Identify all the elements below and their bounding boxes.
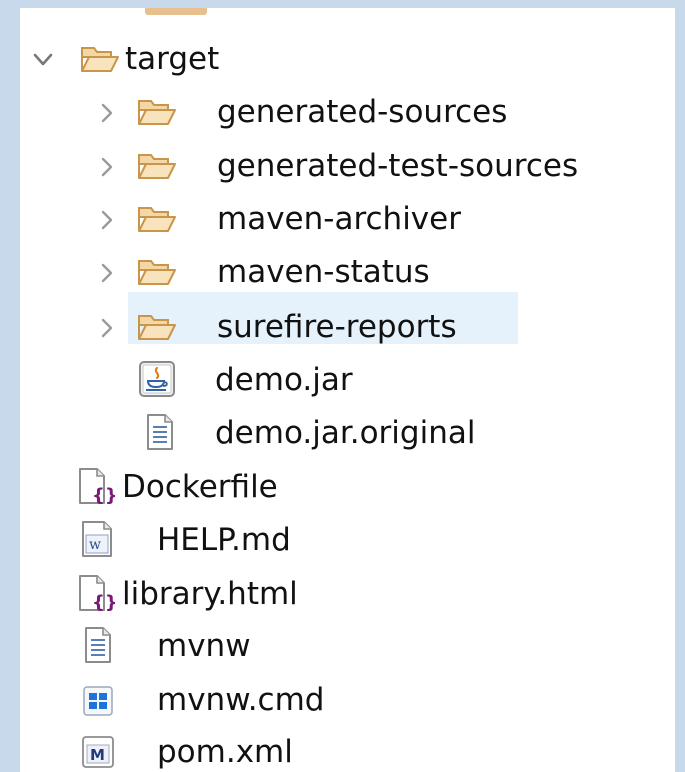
brace-file-icon: {} <box>75 468 115 505</box>
tree-item-label: maven-archiver <box>217 201 461 237</box>
java-archive-icon <box>137 361 177 397</box>
tree-item-label: demo.jar <box>215 362 353 398</box>
tree-item-target[interactable]: target <box>20 35 675 85</box>
text-file-icon <box>78 627 118 663</box>
brace-file-icon: {} <box>75 575 115 612</box>
tree-item-label: Dockerfile <box>122 469 278 505</box>
chevron-right-icon[interactable] <box>92 313 122 343</box>
tree-item-label: mvnw <box>157 628 251 664</box>
svg-text:M: M <box>90 746 105 764</box>
chevron-right-icon[interactable] <box>92 152 122 182</box>
tree-item-generated-sources[interactable]: generated-sources <box>20 88 675 138</box>
open-folder-icon <box>137 94 177 130</box>
svg-text:{}: {} <box>92 592 115 612</box>
tree-item-pom-xml[interactable]: M pom.xml <box>20 728 675 772</box>
tree-item-label: generated-test-sources <box>217 148 579 184</box>
open-folder-icon <box>137 309 177 345</box>
text-file-icon <box>140 414 180 450</box>
open-folder-icon <box>137 254 177 290</box>
tree-item-library-html[interactable]: {} library.html <box>20 570 675 620</box>
tree-item-dockerfile[interactable]: {} Dockerfile <box>20 463 675 513</box>
tree-item-label: library.html <box>122 576 298 612</box>
tree-item-label: mvnw.cmd <box>157 682 325 718</box>
svg-text:w: w <box>89 537 101 553</box>
chevron-down-icon[interactable] <box>28 45 58 75</box>
markdown-wiki-file-icon: w <box>78 521 118 557</box>
open-folder-icon <box>137 201 177 237</box>
chevron-right-icon[interactable] <box>92 258 122 288</box>
tree-item-label: target <box>125 41 220 77</box>
chevron-right-icon[interactable] <box>92 205 122 235</box>
tree-item-mvnw[interactable]: mvnw <box>20 622 675 672</box>
tree-item-label: generated-sources <box>217 94 508 130</box>
tree-item-label: pom.xml <box>157 734 293 770</box>
tree-item-help-md[interactable]: w HELP.md <box>20 516 675 566</box>
svg-text:{}: {} <box>92 485 115 505</box>
tree-item-mvnw-cmd[interactable]: mvnw.cmd <box>20 676 675 726</box>
tree-item-label: surefire-reports <box>217 309 457 345</box>
chevron-right-icon[interactable] <box>92 98 122 128</box>
tree-item-label: demo.jar.original <box>215 415 476 451</box>
open-folder-icon <box>80 41 120 77</box>
tree-item-demo-jar-original[interactable]: demo.jar.original <box>20 409 675 459</box>
tree-item-generated-test-sources[interactable]: generated-test-sources <box>20 142 675 192</box>
tree-item-demo-jar[interactable]: demo.jar <box>20 356 675 406</box>
tree-item-maven-status[interactable]: maven-status <box>20 248 675 298</box>
partial-folder-icon <box>145 8 207 15</box>
maven-pom-file-icon: M <box>78 734 118 770</box>
tree-item-maven-archiver[interactable]: maven-archiver <box>20 195 675 245</box>
tree-item-label: maven-status <box>217 254 430 290</box>
project-explorer-panel: target generated-sources generated-test-… <box>20 8 675 772</box>
tree-item-surefire-reports-content[interactable]: surefire-reports <box>20 303 675 353</box>
open-folder-icon <box>137 148 177 184</box>
tree-item-label: HELP.md <box>157 522 291 558</box>
windows-cmd-file-icon <box>78 683 118 719</box>
